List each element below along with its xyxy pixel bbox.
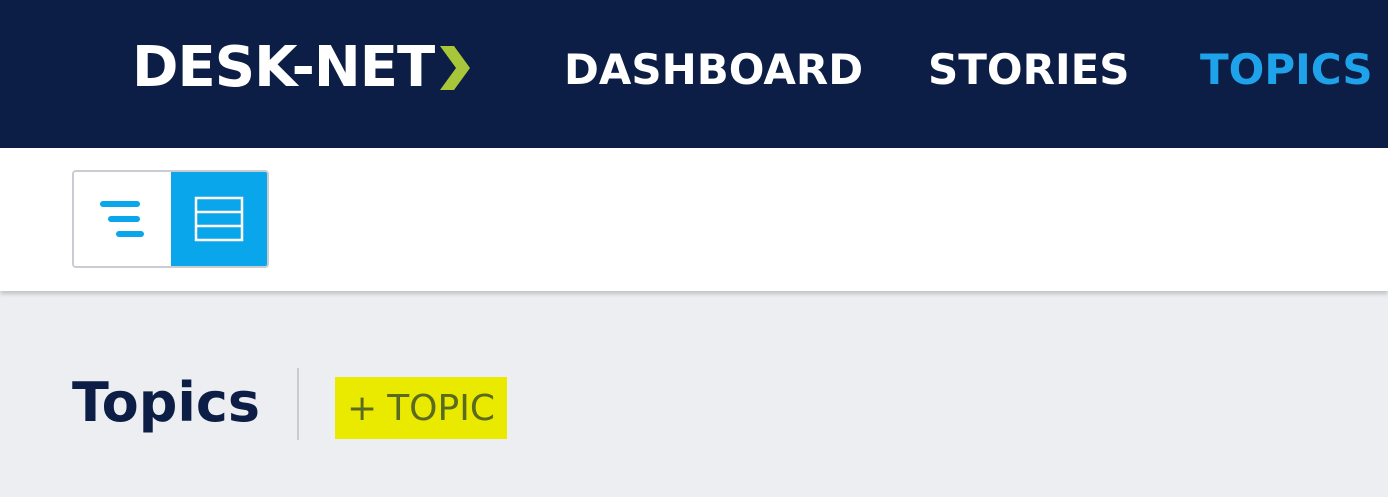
add-topic-label: TOPIC <box>387 387 495 429</box>
grid-view-icon <box>194 196 243 242</box>
title-divider <box>297 368 299 440</box>
desk-net-logo[interactable]: DESK-NET <box>132 38 472 98</box>
list-view-icon <box>100 201 145 237</box>
top-navigation-bar: DESK-NET DASHBOARD STORIES TOPICS <box>0 0 1388 148</box>
toolbar <box>0 148 1388 291</box>
page-title: Topics <box>72 371 261 434</box>
nav-stories[interactable]: STORIES <box>928 44 1130 96</box>
grid-view-button[interactable] <box>170 172 267 266</box>
nav-topics[interactable]: TOPICS <box>1200 44 1373 96</box>
view-toggle <box>72 170 269 268</box>
plus-icon: + <box>347 387 378 429</box>
logo-text: DESK-NET <box>132 35 435 100</box>
logo-chevron-icon <box>440 46 471 90</box>
nav-dashboard[interactable]: DASHBOARD <box>564 44 863 96</box>
list-view-button[interactable] <box>74 172 171 266</box>
add-topic-button[interactable]: + TOPIC <box>335 377 507 439</box>
